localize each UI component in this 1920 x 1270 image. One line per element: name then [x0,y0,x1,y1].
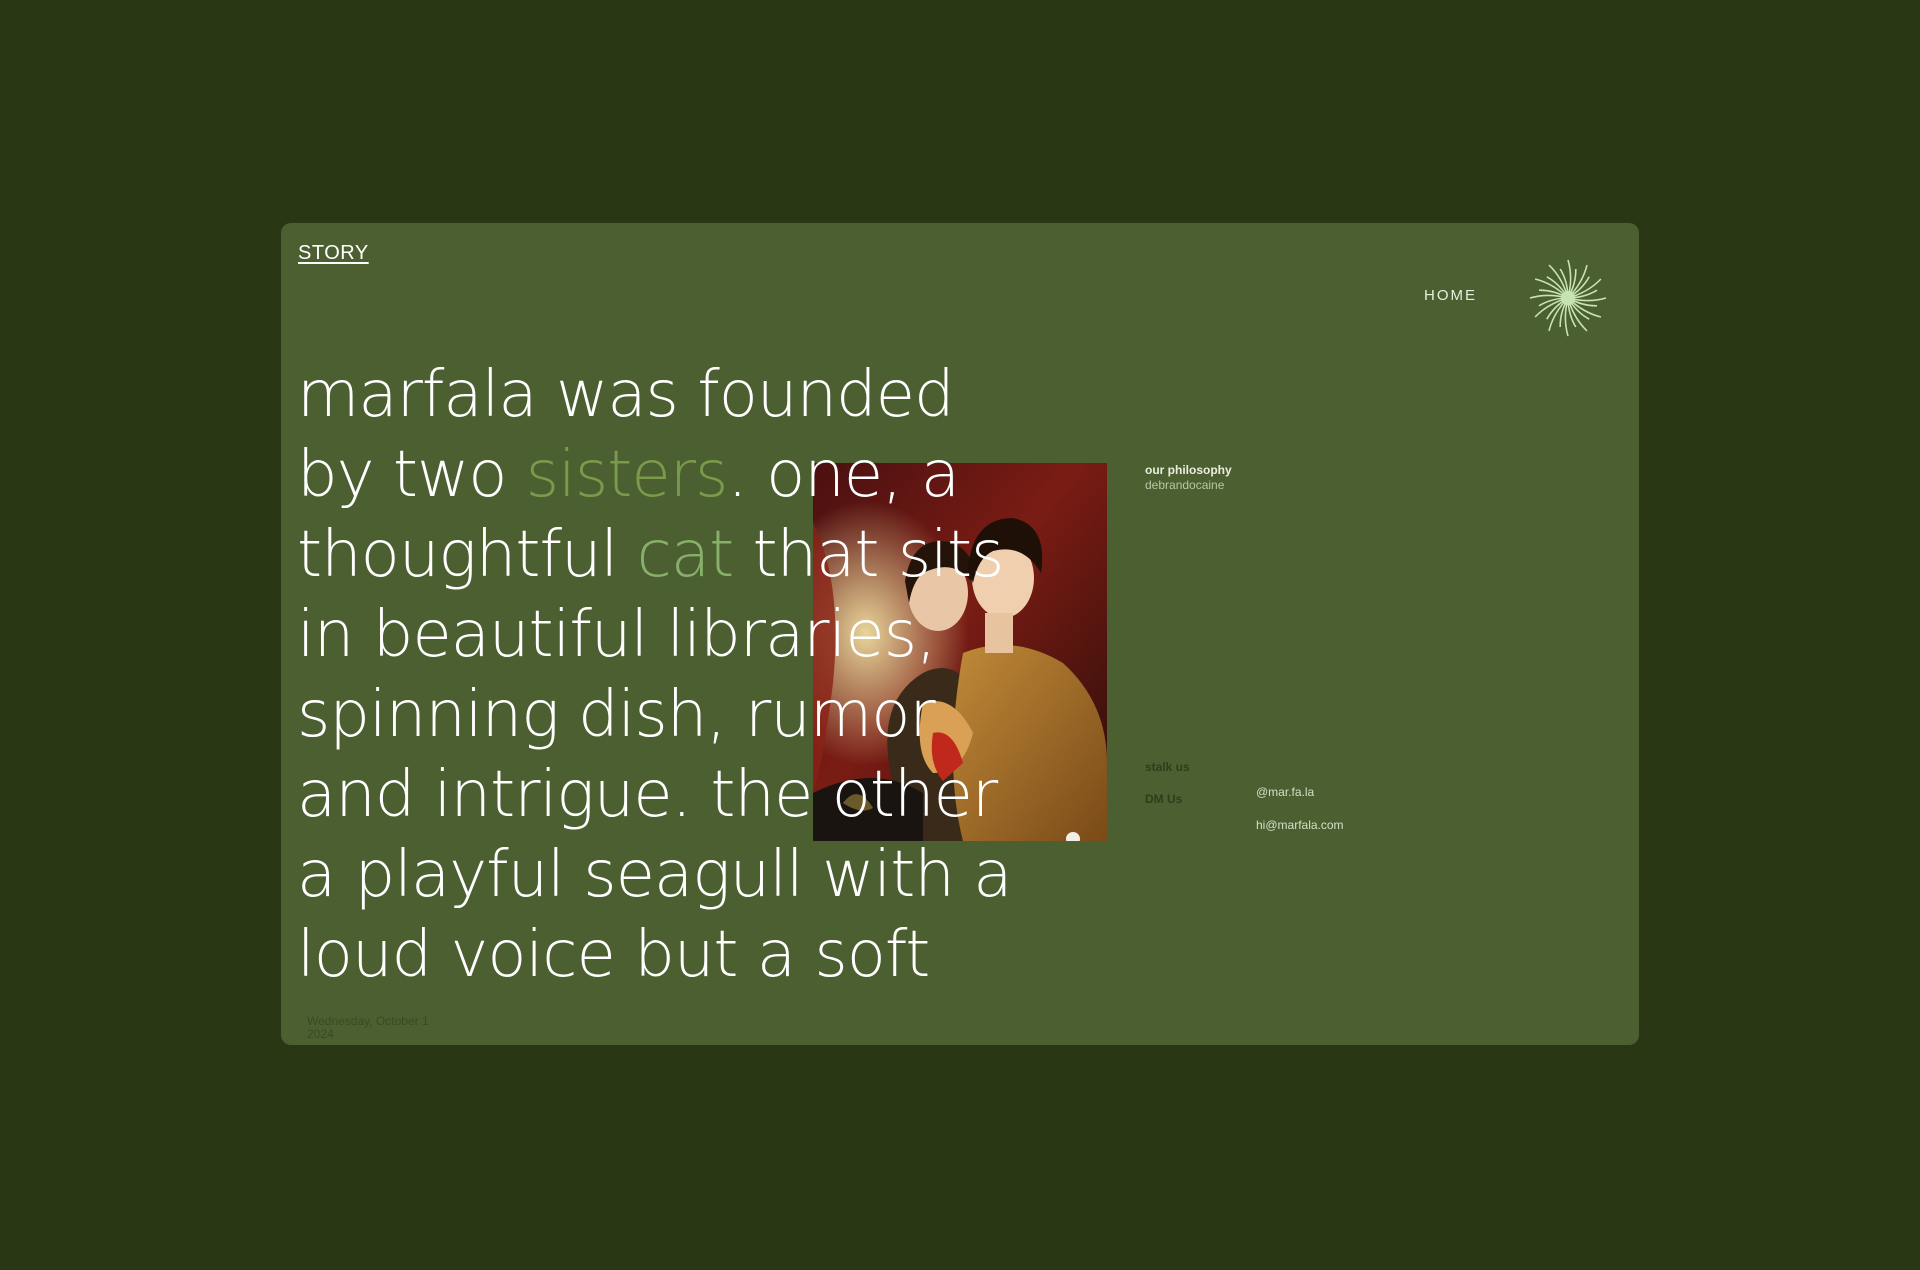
story-headline: marfala was founded by two sisters. one,… [297,355,1037,995]
story-card: STORY HOME marfala was founded by two si… [281,223,1639,1045]
dm-us-label: DM Us [1145,792,1183,806]
email-link[interactable]: hi@marfala.com [1256,818,1344,832]
philosophy-author-link[interactable]: debrandocaine [1145,478,1224,492]
date-stamp: Wednesday, October 1 2024 [307,1015,429,1041]
instagram-handle-link[interactable]: @mar.fa.la [1256,785,1314,799]
philosophy-label: our philosophy [1145,463,1232,477]
date-stamp-line2: 2024 [307,1027,334,1041]
story-nav-link[interactable]: STORY [298,242,369,265]
sunburst-icon[interactable] [1528,258,1608,338]
home-nav-link[interactable]: HOME [1424,287,1477,304]
sunburst-logo-graphic [1529,259,1607,337]
headline-cat-word: cat [636,518,734,592]
stalk-us-label: stalk us [1145,760,1190,774]
headline-sisters-word: sisters [525,438,729,512]
